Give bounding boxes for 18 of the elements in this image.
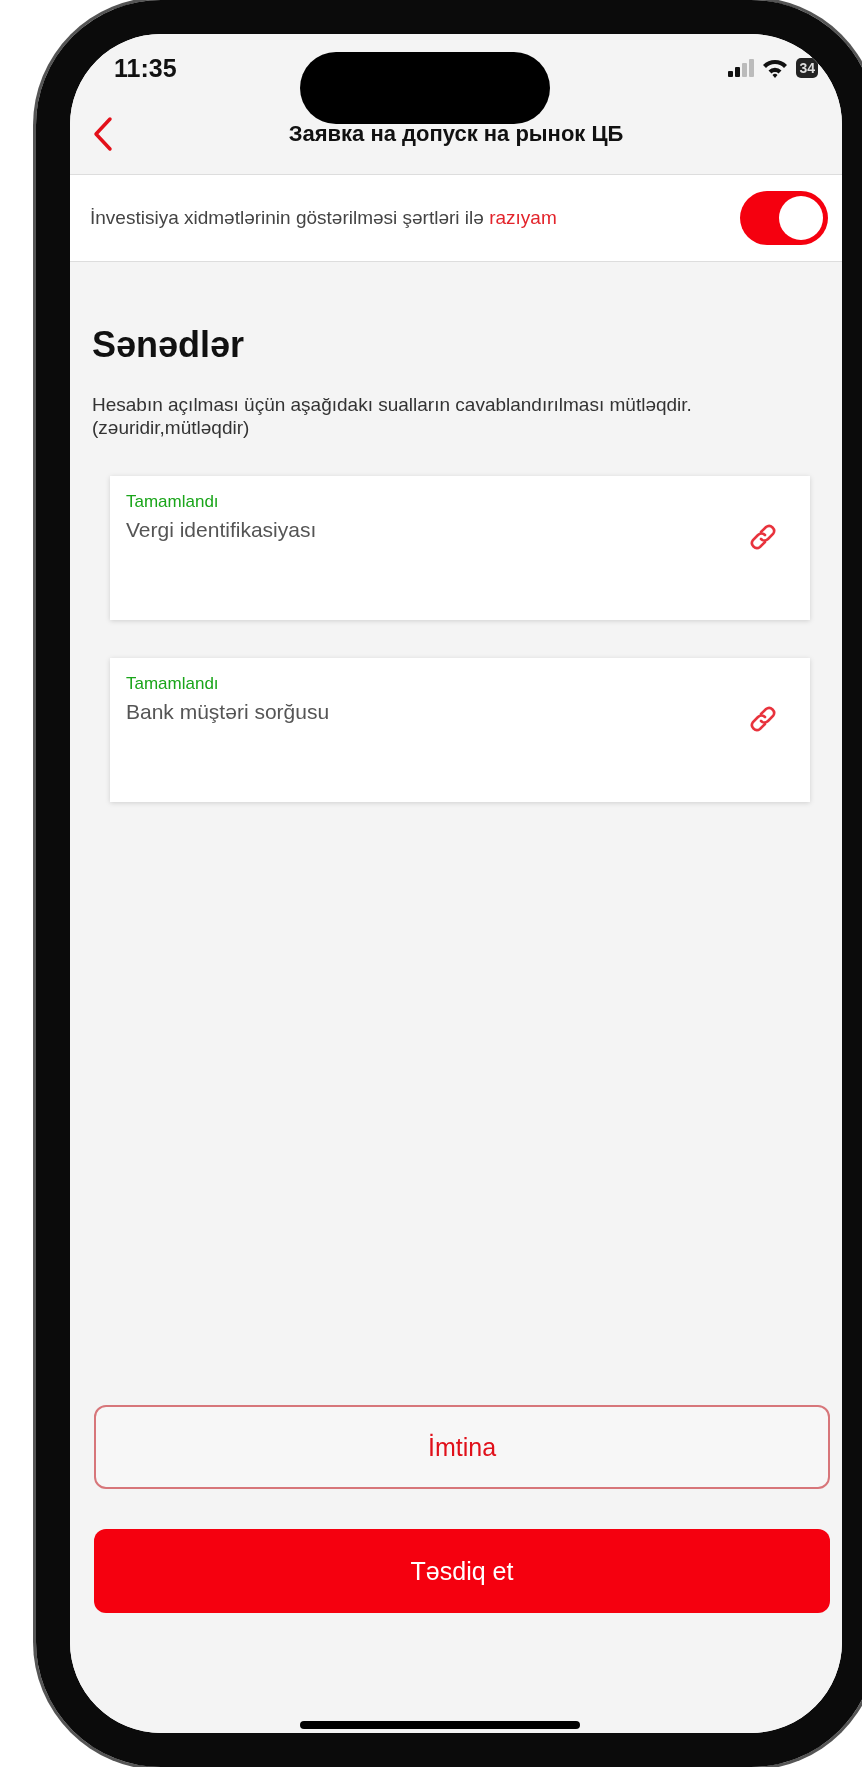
document-title: Bank müştəri sorğusu	[126, 699, 331, 724]
terms-link[interactable]: razıyam	[489, 206, 557, 228]
confirm-button[interactable]: Təsdiq et	[94, 1529, 830, 1613]
cancel-button[interactable]: İmtina	[94, 1405, 830, 1489]
document-status: Tamamlandı	[126, 491, 220, 512]
document-card[interactable]: Tamamlandı Vergi identifikasiyası	[110, 475, 810, 620]
document-status: Tamamlandı	[126, 673, 220, 694]
screen-title: Заявка на допуск на рынок ЦБ	[287, 121, 625, 147]
wifi-icon	[762, 58, 789, 78]
status-time: 11:35	[114, 53, 177, 83]
section-heading: Sənədlər	[92, 324, 246, 366]
document-title: Vergi identifikasiyası	[126, 517, 318, 542]
document-card[interactable]: Tamamlandı Bank müştəri sorğusu	[110, 657, 810, 802]
signal-icon	[728, 59, 755, 77]
agreement-text: İnvestisiya xidmətlərinin göstərilməsi şərtləri ilə razıyam	[90, 206, 558, 230]
battery-level: 34	[796, 58, 818, 78]
agreement-toggle[interactable]	[740, 191, 828, 245]
section-description: Hesabın açılması üçün aşağıdakı sualların cavablandırılması mütləqdir. (zəuridir,mütləqdir)	[92, 394, 693, 440]
